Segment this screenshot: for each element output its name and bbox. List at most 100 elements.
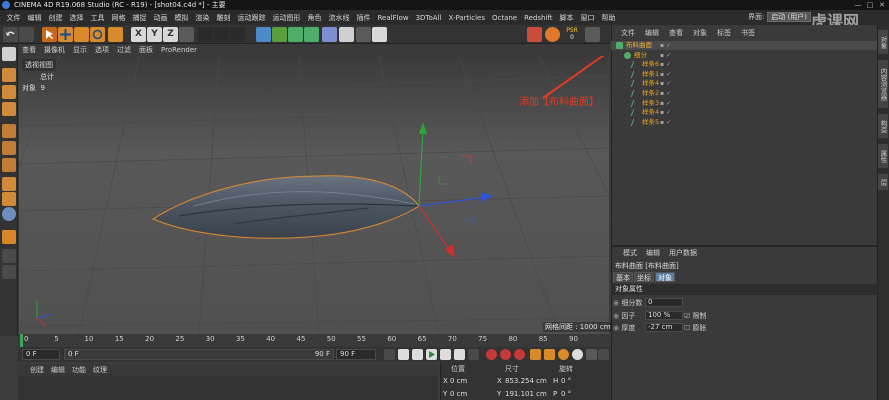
menu-item[interactable]: 雕刻 [213, 13, 234, 23]
record-icon[interactable] [486, 349, 497, 360]
menu-item[interactable]: 网格 [108, 13, 129, 23]
menu-item[interactable]: 选择 [66, 13, 87, 23]
rotate-icon[interactable] [90, 27, 105, 42]
material-menu-item[interactable]: 纹理 [93, 365, 107, 375]
scale-icon[interactable] [74, 27, 89, 42]
render-view-icon[interactable] [198, 27, 213, 42]
close-button[interactable]: ✕ [877, 0, 887, 10]
coord-size-x-value[interactable]: 853.254 cm [505, 377, 547, 385]
attribute-tab[interactable]: 基本 [613, 272, 633, 282]
right-side-tab[interactable]: 层 [878, 174, 888, 190]
menu-item[interactable]: 窗口 [577, 13, 598, 23]
menu-item[interactable]: 插件 [353, 13, 374, 23]
material-manager-area[interactable] [18, 376, 438, 400]
undo-icon[interactable] [3, 27, 18, 42]
attribute-tab[interactable]: 对象 [655, 272, 675, 282]
render-picture-viewer-icon[interactable] [214, 27, 229, 42]
object-row[interactable]: 布料曲面 ▪ ✓ [611, 41, 877, 50]
timeline-ruler[interactable]: 0 5 10 15 20 25 30 35 40 45 50 55 60 65 70 75 80 85 90 [18, 334, 610, 347]
script-icon[interactable] [545, 27, 560, 42]
coord-size-y-value[interactable]: 191.101 cm [505, 390, 547, 398]
menu-item[interactable]: RealFlow [374, 14, 412, 22]
move-icon[interactable] [58, 27, 73, 42]
object-visibility-flags-icon[interactable]: ▪ ✓ [660, 51, 671, 60]
menu-item[interactable]: 运动跟踪 [234, 13, 269, 23]
viewport-menu-item[interactable]: 摄像机 [44, 45, 65, 55]
light-icon[interactable] [372, 27, 387, 42]
workplane-lock-icon[interactable] [2, 249, 16, 263]
key-rotation-icon[interactable] [558, 349, 569, 360]
layout-dropdown[interactable]: 启动 (用户) [767, 12, 811, 22]
attr-subdivisions-field[interactable]: 0 [645, 298, 683, 307]
object-menu-item[interactable]: 对象 [693, 28, 707, 38]
checkbox-icon[interactable]: ☐ [684, 324, 690, 332]
camera-icon[interactable] [356, 27, 371, 42]
object-menu-item[interactable]: 标签 [717, 28, 731, 38]
viewport-menu-item[interactable]: 显示 [73, 45, 87, 55]
menu-item[interactable]: 流水线 [325, 13, 353, 23]
tweak-icon[interactable] [2, 192, 16, 206]
live-select-icon[interactable] [42, 27, 57, 42]
prev-key-icon[interactable] [398, 349, 409, 360]
menu-item[interactable]: 角色 [304, 13, 325, 23]
psr-icon[interactable]: PSR 0 [562, 27, 582, 42]
object-visibility-flags-icon[interactable]: ▪ ✓ [660, 89, 671, 98]
key-parameter-icon[interactable] [572, 349, 583, 360]
object-visibility-flags-icon[interactable]: ▪ ✓ [660, 79, 671, 88]
object-visibility-flags-icon[interactable]: ▪ ✓ [660, 108, 671, 117]
menu-item[interactable]: 渲染 [192, 13, 213, 23]
cube-icon[interactable] [256, 27, 271, 42]
subdivision-icon[interactable] [288, 27, 303, 42]
maximize-button[interactable]: □ [865, 0, 875, 10]
coord-rot-p-value[interactable]: 0 ° [561, 390, 571, 398]
timeline-menu-icon[interactable] [598, 349, 609, 360]
object-row[interactable]: 样条6 ▪ ✓ [611, 60, 877, 69]
snapping-icon[interactable] [2, 230, 16, 244]
menu-item[interactable]: 工具 [87, 13, 108, 23]
viewport-menu-item[interactable]: ProRender [161, 46, 197, 54]
coordinate-system-icon[interactable] [179, 27, 194, 42]
menu-item[interactable]: 运动图形 [269, 13, 304, 23]
pen-spline-icon[interactable] [272, 27, 287, 42]
array-icon[interactable] [304, 27, 319, 42]
coord-pos-y-value[interactable]: 0 cm [450, 390, 467, 398]
object-row[interactable]: 细分 ▪ ✓ [611, 51, 877, 60]
frame-range-slider[interactable]: 0 F 90 F [64, 349, 334, 360]
right-side-tab[interactable]: 内容浏览器 [878, 60, 888, 108]
current-frame-field[interactable]: 0 F [22, 349, 60, 360]
snap-icon[interactable] [585, 27, 600, 42]
right-side-tab[interactable]: 构造 [878, 114, 888, 138]
checkbox-icon[interactable]: ☑ [684, 312, 690, 320]
y-axis-lock-icon[interactable]: Y [147, 27, 162, 42]
object-row[interactable]: 样条5 ▪ ✓ [611, 118, 877, 127]
redo-icon[interactable] [19, 27, 34, 42]
model-mode-icon[interactable] [2, 68, 16, 82]
object-menu-item[interactable]: 查看 [669, 28, 683, 38]
quantize-icon[interactable] [2, 265, 16, 279]
object-visibility-flags-icon[interactable]: ▪ ✓ [660, 41, 671, 50]
attr-factor-field[interactable]: 100 % [645, 311, 683, 320]
environment-icon[interactable] [339, 27, 354, 42]
polygons-mode-icon[interactable] [2, 158, 16, 172]
goto-end-icon[interactable] [468, 349, 479, 360]
viewport-menu-item[interactable]: 面板 [139, 45, 153, 55]
prev-frame-icon[interactable] [412, 349, 423, 360]
object-row[interactable]: 样条4 ▪ ✓ [611, 108, 877, 117]
z-axis-lock-icon[interactable]: Z [163, 27, 178, 42]
viewport-menu-item[interactable]: 查看 [22, 45, 36, 55]
object-row[interactable]: 样条1 ▪ ✓ [611, 70, 877, 79]
attribute-menu-item[interactable]: 用户数据 [669, 248, 697, 258]
workplane-icon[interactable] [2, 102, 16, 116]
attribute-menu-item[interactable]: 编辑 [646, 248, 660, 258]
radio-dot-icon[interactable]: ◉ [613, 312, 619, 320]
object-visibility-flags-icon[interactable]: ▪ ✓ [660, 60, 671, 69]
texture-mode-icon[interactable] [2, 85, 16, 99]
key-pla-icon[interactable] [586, 349, 597, 360]
object-row[interactable]: 样条3 ▪ ✓ [611, 99, 877, 108]
menu-item[interactable]: 编辑 [24, 13, 45, 23]
right-side-tab[interactable]: 属性 [878, 144, 888, 168]
viewport-menu-item[interactable]: 选项 [95, 45, 109, 55]
object-menu-item[interactable]: 书签 [741, 28, 755, 38]
menu-item[interactable]: 模拟 [171, 13, 192, 23]
object-menu-item[interactable]: 文件 [621, 28, 635, 38]
